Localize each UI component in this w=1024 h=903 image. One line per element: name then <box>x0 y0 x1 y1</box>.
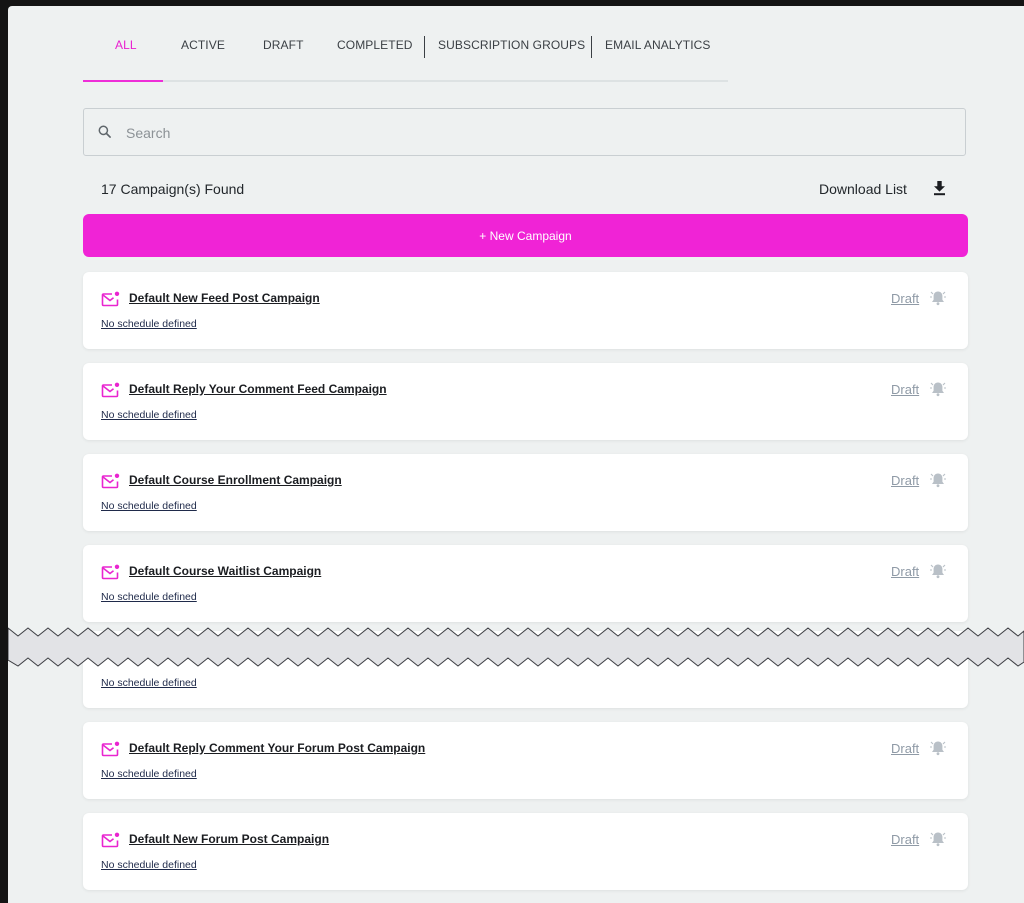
campaign-title[interactable]: Default Course Enrollment Campaign <box>129 473 342 487</box>
schedule-link[interactable]: No schedule defined <box>101 500 197 512</box>
campaign-card[interactable]: Default Course Waitlist Campaign No sche… <box>83 545 968 622</box>
campaign-card[interactable]: Default New Forum Post Campaign No sched… <box>83 813 968 890</box>
campaign-title[interactable]: Default New Forum Post Campaign <box>129 832 329 846</box>
tab-divider <box>591 36 592 58</box>
campaign-title[interactable]: Default Reply Comment Your Forum Post Ca… <box>129 741 425 755</box>
envelope-icon <box>101 473 120 489</box>
status-draft[interactable]: Draft <box>891 473 919 488</box>
active-tab-indicator <box>83 80 163 82</box>
envelope-icon <box>101 291 120 307</box>
bell-off-icon[interactable] <box>929 562 947 580</box>
status-draft[interactable]: Draft <box>891 832 919 847</box>
schedule-link[interactable]: No schedule defined <box>101 859 197 871</box>
tab-subscription-groups[interactable]: SUBSCRIPTION GROUPS <box>438 38 585 52</box>
schedule-link[interactable]: No schedule defined <box>101 768 197 780</box>
tab-completed[interactable]: COMPLETED <box>337 38 413 52</box>
campaigns-count: 17 Campaign(s) Found <box>101 181 245 197</box>
bell-off-icon[interactable] <box>929 471 947 489</box>
tab-email-analytics[interactable]: EMAIL ANALYTICS <box>605 38 711 52</box>
campaigns-page: ALL ACTIVE DRAFT COMPLETED SUBSCRIPTION … <box>8 6 1024 903</box>
schedule-link[interactable]: No schedule defined <box>101 318 197 330</box>
bell-off-icon[interactable] <box>929 830 947 848</box>
schedule-link[interactable]: No schedule defined <box>101 591 197 603</box>
torn-edge-divider <box>8 627 1024 667</box>
campaign-card[interactable]: Default Reply Your Comment Feed Campaign… <box>83 363 968 440</box>
tab-all[interactable]: ALL <box>115 38 137 52</box>
status-draft[interactable]: Draft <box>891 741 919 756</box>
new-campaign-button[interactable]: + New Campaign <box>83 214 968 257</box>
download-icon[interactable] <box>933 180 946 196</box>
status-draft[interactable]: Draft <box>891 564 919 579</box>
search-icon <box>98 125 111 138</box>
campaign-title[interactable]: Default Course Waitlist Campaign <box>129 564 321 578</box>
app-window: ALL ACTIVE DRAFT COMPLETED SUBSCRIPTION … <box>8 6 1024 903</box>
tab-divider <box>424 36 425 58</box>
campaign-title[interactable]: Default New Feed Post Campaign <box>129 291 320 305</box>
schedule-link[interactable]: No schedule defined <box>101 409 197 421</box>
bell-off-icon[interactable] <box>929 739 947 757</box>
campaign-title[interactable]: Default Reply Your Comment Feed Campaign <box>129 382 387 396</box>
search-input[interactable] <box>124 109 948 157</box>
envelope-icon <box>101 382 120 398</box>
schedule-link[interactable]: No schedule defined <box>101 677 197 689</box>
envelope-icon <box>101 832 120 848</box>
search-box[interactable] <box>83 108 966 157</box>
status-draft[interactable]: Draft <box>891 291 919 306</box>
campaign-card[interactable]: Default Course Enrollment Campaign No sc… <box>83 454 968 531</box>
download-list-link[interactable]: Download List <box>819 181 907 197</box>
campaign-tabs: ALL ACTIVE DRAFT COMPLETED SUBSCRIPTION … <box>83 30 728 82</box>
bell-off-icon[interactable] <box>929 380 947 398</box>
tab-active[interactable]: ACTIVE <box>181 38 225 52</box>
envelope-icon <box>101 741 120 757</box>
envelope-icon <box>101 564 120 580</box>
campaign-card[interactable]: Default Reply Comment Your Forum Post Ca… <box>83 722 968 799</box>
campaign-card[interactable]: Default New Feed Post Campaign No schedu… <box>83 272 968 349</box>
status-draft[interactable]: Draft <box>891 382 919 397</box>
tab-draft[interactable]: DRAFT <box>263 38 304 52</box>
bell-off-icon[interactable] <box>929 289 947 307</box>
